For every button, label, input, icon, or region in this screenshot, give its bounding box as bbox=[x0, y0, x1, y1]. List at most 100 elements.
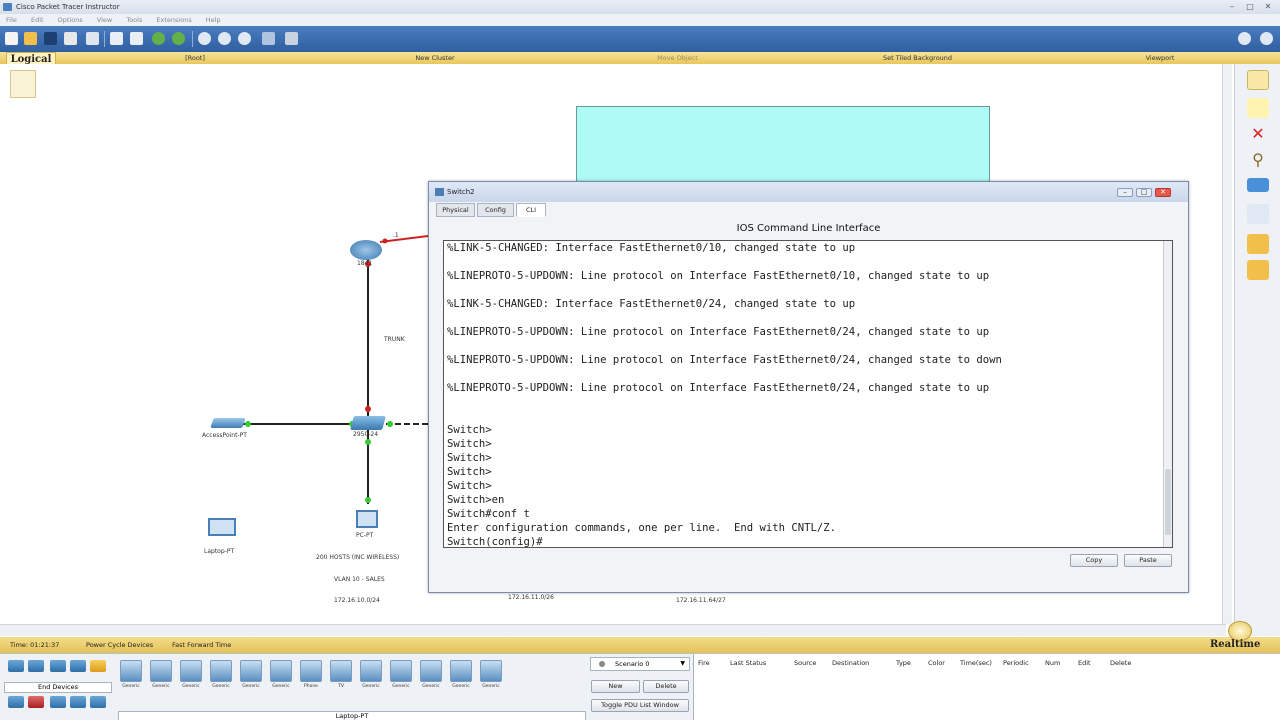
draw-shape-icon[interactable] bbox=[1247, 178, 1269, 192]
dialog-maximize-icon[interactable]: □ bbox=[1136, 188, 1152, 197]
tab-physical[interactable]: Physical bbox=[436, 203, 475, 217]
device-item[interactable]: Generic bbox=[448, 658, 474, 696]
maximize-icon[interactable]: □ bbox=[1244, 2, 1256, 12]
device-item[interactable]: Generic bbox=[418, 658, 444, 696]
device-item[interactable]: Phone bbox=[298, 658, 324, 696]
device-item[interactable]: Generic bbox=[238, 658, 264, 696]
save-icon[interactable] bbox=[44, 32, 57, 45]
menu-help[interactable]: Help bbox=[206, 16, 221, 24]
print-icon[interactable] bbox=[64, 32, 77, 45]
device-item[interactable]: Generic bbox=[268, 658, 294, 696]
move-object-button[interactable]: Move Object bbox=[630, 52, 725, 64]
inspect-icon[interactable]: ⚲ bbox=[1247, 150, 1269, 170]
set-tiled-background-button[interactable]: Set Tiled Background bbox=[860, 52, 975, 64]
device-name: Generic bbox=[272, 684, 290, 689]
menu-options[interactable]: Options bbox=[58, 16, 83, 24]
laptop-icon[interactable] bbox=[208, 518, 236, 536]
misc-category-icon[interactable] bbox=[90, 696, 106, 708]
activity-wizard-icon[interactable] bbox=[86, 32, 99, 45]
menu-tools[interactable]: Tools bbox=[126, 16, 142, 24]
redo-icon[interactable] bbox=[172, 32, 185, 45]
connections-category-icon[interactable] bbox=[90, 660, 106, 672]
fast-forward-button[interactable]: Fast Forward Time bbox=[172, 637, 231, 653]
delete-scenario-button[interactable]: Delete bbox=[643, 680, 689, 693]
copy-button[interactable]: Copy bbox=[1070, 554, 1118, 567]
status-bar: Time: 01:21:37 Power Cycle Devices Fast … bbox=[0, 621, 1280, 653]
drawing-palette-icon[interactable] bbox=[262, 32, 275, 45]
copy-icon[interactable] bbox=[110, 32, 123, 45]
tab-config[interactable]: Config bbox=[477, 203, 514, 217]
switch-icon[interactable] bbox=[350, 416, 386, 430]
pdu-col-type: Type bbox=[896, 659, 911, 667]
terminal-line: Switch> bbox=[447, 480, 492, 492]
window-title: Cisco Packet Tracer Instructor bbox=[16, 3, 120, 11]
menu-extensions[interactable]: Extensions bbox=[156, 16, 191, 24]
device-item[interactable]: Generic bbox=[358, 658, 384, 696]
new-scenario-button[interactable]: New bbox=[591, 680, 640, 693]
paste-button[interactable]: Paste bbox=[1124, 554, 1172, 567]
wireless-category-icon[interactable] bbox=[70, 660, 86, 672]
device-item[interactable]: TV bbox=[328, 658, 354, 696]
dialog-minimize-icon[interactable]: – bbox=[1117, 188, 1133, 197]
power-cycle-button[interactable]: Power Cycle Devices bbox=[86, 637, 153, 653]
menu-edit[interactable]: Edit bbox=[31, 16, 44, 24]
cli-terminal[interactable]: %LINK-5-CHANGED: Interface FastEthernet0… bbox=[443, 240, 1173, 548]
close-icon[interactable]: ✕ bbox=[1262, 2, 1274, 12]
add-simple-pdu-icon[interactable] bbox=[1247, 234, 1269, 254]
dialog-close-icon[interactable]: ✕ bbox=[1155, 188, 1171, 197]
wan-emulation-category-icon[interactable] bbox=[28, 696, 44, 708]
scenario-value: Scenario 0 bbox=[615, 660, 650, 668]
zoom-in-icon[interactable] bbox=[198, 32, 211, 45]
add-complex-pdu-icon[interactable] bbox=[1247, 260, 1269, 280]
end-devices-category-icon[interactable] bbox=[8, 696, 24, 708]
terminal-line: Switch>en bbox=[447, 494, 505, 506]
access-point-icon[interactable] bbox=[210, 418, 246, 428]
help-icon[interactable] bbox=[1260, 32, 1273, 45]
toggle-pdu-list-button[interactable]: Toggle PDU List Window bbox=[591, 699, 689, 712]
dialog-title-bar[interactable]: Switch2 – □ ✕ bbox=[429, 182, 1188, 202]
viewport-button[interactable]: Viewport bbox=[1120, 52, 1200, 64]
pc-icon[interactable] bbox=[356, 510, 378, 528]
multiuser-category-icon[interactable] bbox=[70, 696, 86, 708]
switches-category-icon[interactable] bbox=[28, 660, 44, 672]
pdu-col-delete: Delete bbox=[1110, 659, 1132, 667]
note-hosts: 200 HOSTS (INC WIRELESS) bbox=[316, 554, 400, 561]
zoom-out-icon[interactable] bbox=[238, 32, 251, 45]
hubs-category-icon[interactable] bbox=[50, 660, 66, 672]
new-cluster-button[interactable]: New Cluster bbox=[390, 52, 480, 64]
terminal-scrollbar[interactable] bbox=[1163, 241, 1172, 547]
note-icon[interactable] bbox=[1247, 98, 1269, 118]
router-icon[interactable] bbox=[350, 240, 382, 260]
realtime-mode-label[interactable]: Realtime bbox=[1210, 637, 1260, 653]
custom-devices-icon[interactable] bbox=[285, 32, 298, 45]
root-button[interactable]: [Root] bbox=[150, 52, 240, 64]
terminal-scroll-thumb[interactable] bbox=[1165, 469, 1171, 535]
scenario-select[interactable]: Scenario 0 ▼ bbox=[590, 657, 690, 671]
new-file-icon[interactable] bbox=[5, 32, 18, 45]
minimize-icon[interactable]: – bbox=[1226, 2, 1238, 12]
routers-category-icon[interactable] bbox=[8, 660, 24, 672]
device-item[interactable]: Generic bbox=[178, 658, 204, 696]
undo-icon[interactable] bbox=[152, 32, 165, 45]
device-item[interactable]: Generic bbox=[208, 658, 234, 696]
workspace-vertical-scrollbar[interactable] bbox=[1222, 64, 1232, 624]
delete-icon[interactable]: ✕ bbox=[1247, 124, 1269, 144]
info-icon[interactable] bbox=[1238, 32, 1251, 45]
workspace-horizontal-scrollbar[interactable] bbox=[0, 624, 1226, 636]
device-icon bbox=[240, 660, 262, 682]
select-icon[interactable] bbox=[1247, 70, 1269, 90]
open-folder-icon[interactable] bbox=[24, 32, 37, 45]
menu-file[interactable]: File bbox=[6, 16, 17, 24]
device-item[interactable]: Generic bbox=[148, 658, 174, 696]
tab-cli[interactable]: CLI bbox=[516, 203, 546, 217]
pdu-col-periodic: Periodic bbox=[1003, 659, 1029, 667]
device-icon bbox=[180, 660, 202, 682]
resize-shape-icon[interactable] bbox=[1247, 204, 1269, 224]
device-item[interactable]: Generic bbox=[118, 658, 144, 696]
zoom-reset-icon[interactable] bbox=[218, 32, 231, 45]
custom-devices-category-icon[interactable] bbox=[50, 696, 66, 708]
paste-icon[interactable] bbox=[130, 32, 143, 45]
menu-view[interactable]: View bbox=[97, 16, 112, 24]
device-item[interactable]: Generic bbox=[388, 658, 414, 696]
device-item[interactable]: Generic bbox=[478, 658, 504, 696]
